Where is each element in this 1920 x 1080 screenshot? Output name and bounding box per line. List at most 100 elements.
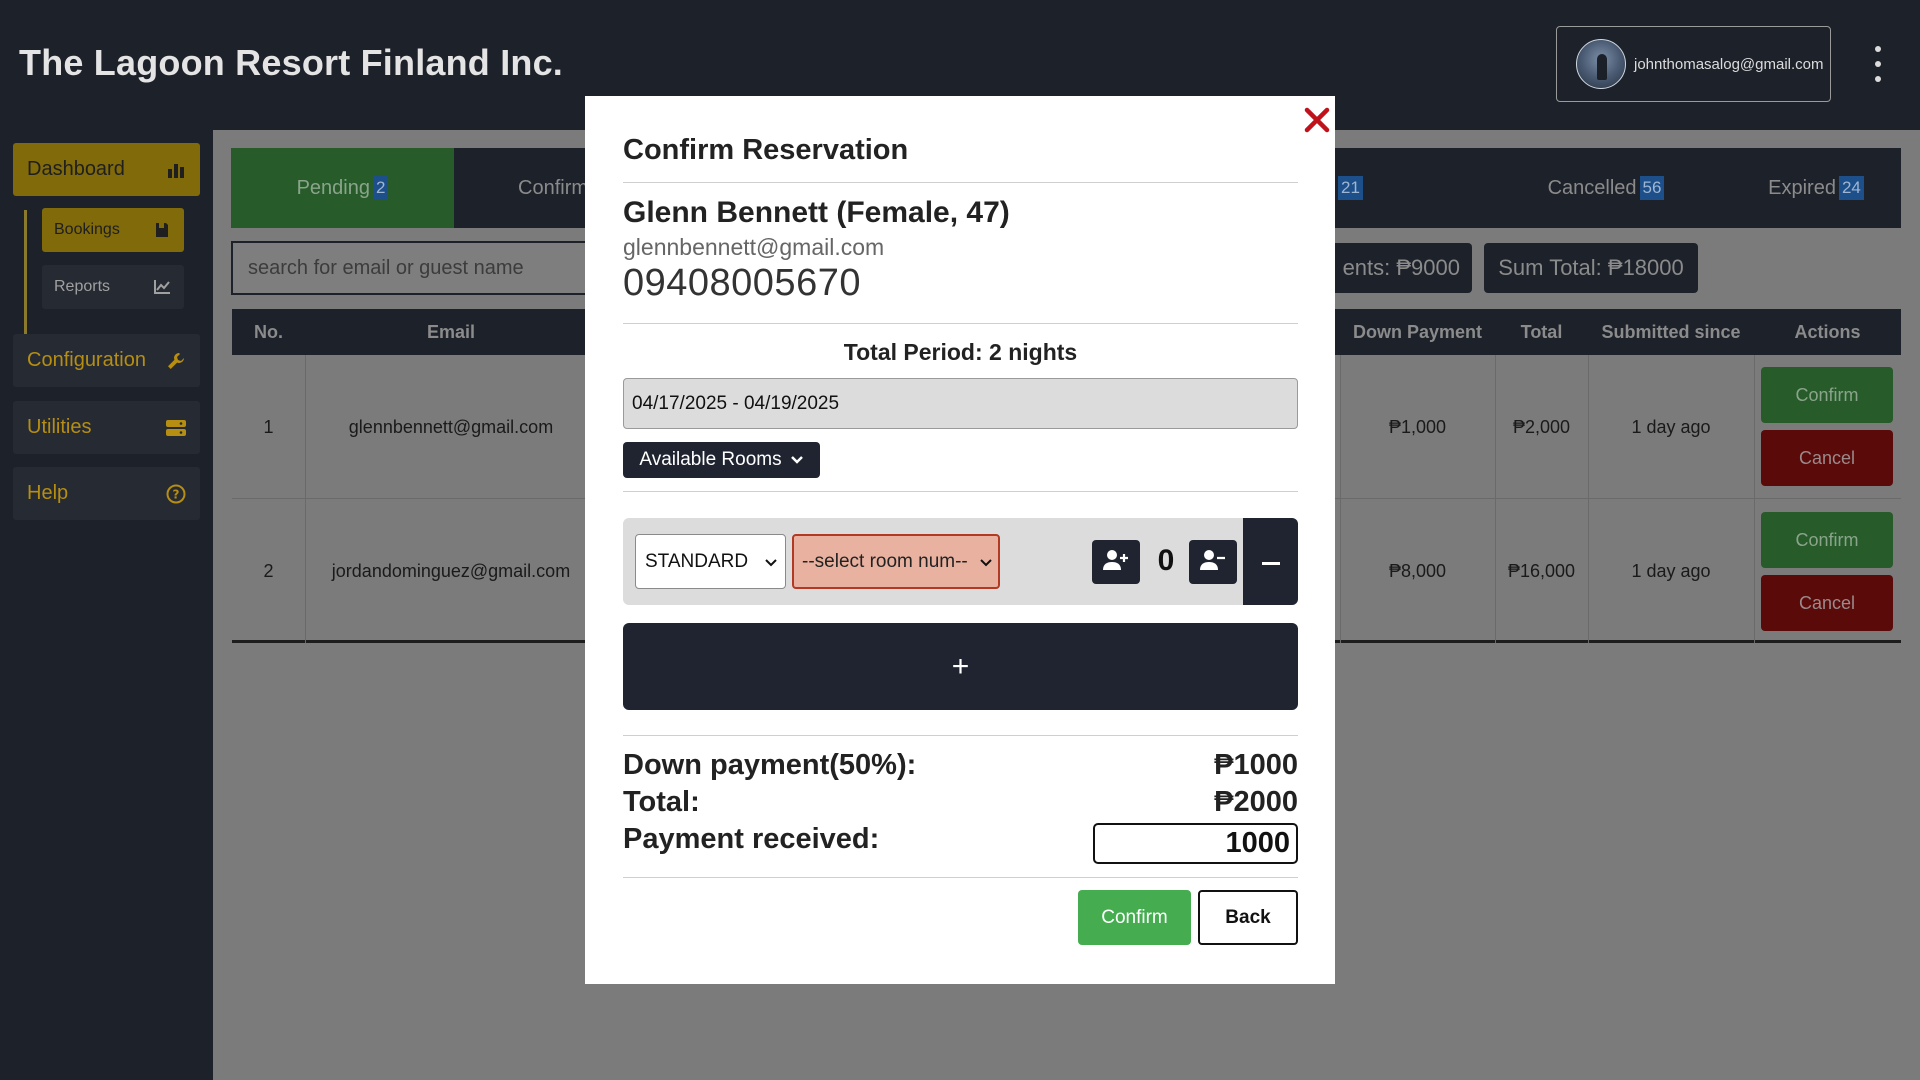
column-header: Email [426,321,476,342]
user-plus-icon [1103,549,1129,576]
down-payments-sum: ents: ₱9000 [1318,243,1472,293]
submenu-line [24,210,27,338]
row-total: ₱2,000 [1512,416,1571,437]
sidebar-item-configuration[interactable]: Configuration [13,334,200,387]
room-number-select[interactable]: --select room num-- [792,534,1000,589]
guest-count: 0 [1157,544,1175,577]
row-confirm-button[interactable]: Confirm [1761,512,1893,568]
chevron-down-icon [790,449,804,471]
divider [623,735,1298,736]
row-down-payment: ₱1,000 [1388,416,1447,437]
row-number: 1 [263,416,274,437]
room-number-placeholder: --select room num-- [802,550,968,572]
more-menu-icon[interactable] [1868,46,1888,82]
add-room-button[interactable]: + [623,623,1298,710]
wrench-icon [166,351,186,371]
confirm-button[interactable]: Confirm [1078,890,1191,945]
tab-pending[interactable]: Pending 2 [231,148,454,228]
sum-total: Sum Total: ₱18000 [1484,243,1698,293]
divider [623,877,1298,878]
column-header: Submitted since [1601,321,1741,342]
tab-count-badge: 56 [1639,176,1665,200]
remove-room-button[interactable] [1243,518,1298,605]
payment-received-input[interactable]: 1000 [1093,823,1298,864]
divider [623,323,1298,324]
sidebar-item-bookings[interactable]: Bookings [42,208,184,252]
row-confirm-button[interactable]: Confirm [1761,367,1893,423]
available-rooms-button[interactable]: Available Rooms [623,442,820,478]
guest-name: Glenn Bennett (Female, 47) [623,196,1010,229]
chevron-down-icon [980,551,992,573]
chevron-down-icon [765,551,777,573]
row-total: ₱16,000 [1507,560,1576,581]
bar-chart-icon [166,160,186,180]
row-email: glennbennett@gmail.com [348,416,554,437]
row-email: jordandominguez@gmail.com [331,560,571,581]
sidebar-item-utilities[interactable]: Utilities [13,401,200,454]
sidebar-item-label: Help [27,482,69,504]
search-input[interactable]: search for email or guest name [231,241,631,295]
modal-title: Confirm Reservation [623,134,909,166]
question-circle-icon: ? [166,484,186,504]
sidebar-item-label: Dashboard [27,158,125,180]
tab-expired[interactable]: Expired 24 [1731,148,1901,228]
close-icon[interactable] [1301,104,1333,136]
line-chart-icon [152,277,172,297]
total-label: Total: [623,786,700,818]
room-assignment-row: STANDARD --select room num-- 0 [623,518,1298,605]
payment-received-label: Payment received: [623,823,880,855]
total-period: Total Period: 2 nights [843,339,1078,365]
sidebar-item-label: Utilities [27,416,92,438]
tab-checked[interactable]: 21 [1335,148,1435,228]
row-submitted: 1 day ago [1631,560,1711,581]
sidebar-item-label: Reports [54,278,111,295]
back-button[interactable]: Back [1198,890,1298,945]
row-cancel-button[interactable]: Cancel [1761,575,1893,631]
avatar [1576,39,1626,89]
column-header: No. [254,321,283,342]
total-value: ₱2000 [1214,786,1298,818]
down-payment-value: ₱1000 [1214,749,1298,781]
column-header: Actions [1794,321,1861,342]
account-chip[interactable]: johnthomasalog@gmail.com [1556,26,1831,102]
remove-guest-button[interactable] [1189,540,1237,584]
tab-count-badge: 2 [372,176,389,200]
add-guest-button[interactable] [1092,540,1140,584]
tab-label: Confirm [518,176,589,199]
sidebar-item-label: Configuration [27,349,146,371]
divider [623,491,1298,492]
server-icon [166,418,186,438]
sidebar: Dashboard Bookings Reports Configuration… [0,130,213,1080]
book-icon [152,220,172,240]
sidebar-item-label: Bookings [54,221,120,238]
room-type-value: STANDARD [645,550,749,572]
sidebar-item-reports[interactable]: Reports [42,265,184,309]
tab-count-badge: 21 [1338,176,1363,200]
sidebar-item-help[interactable]: Help ? [13,467,200,520]
tab-label: Expired [1768,176,1836,199]
row-down-payment: ₱8,000 [1388,560,1447,581]
row-cancel-button[interactable]: Cancel [1761,430,1893,486]
tab-count-badge: 24 [1838,176,1864,200]
room-type-select[interactable]: STANDARD [635,534,786,589]
date-range-input[interactable]: 04/17/2025 - 04/19/2025 [623,378,1298,429]
tab-cancelled[interactable]: Cancelled 56 [1491,148,1721,228]
account-email: johnthomasalog@gmail.com [1634,55,1824,73]
user-minus-icon [1200,549,1226,576]
column-header: Down Payment [1352,321,1483,342]
confirm-reservation-modal: Confirm Reservation Glenn Bennett (Femal… [585,96,1335,984]
svg-text:?: ? [173,487,180,501]
brand-title: The Lagoon Resort Finland Inc. [19,42,564,83]
tab-label: Pending [296,176,370,199]
column-header: Total [1520,321,1563,342]
row-submitted: 1 day ago [1631,416,1711,437]
guest-email: glennbennett@gmail.com [623,234,885,260]
available-rooms-label: Available Rooms [639,449,782,470]
down-payment-label: Down payment(50%): [623,749,917,781]
guest-phone: 09408005670 [623,262,861,304]
divider [623,182,1298,183]
row-number: 2 [263,560,274,581]
tab-label: Cancelled [1547,176,1637,199]
sidebar-item-dashboard[interactable]: Dashboard [13,143,200,196]
minus-icon [1261,553,1280,571]
